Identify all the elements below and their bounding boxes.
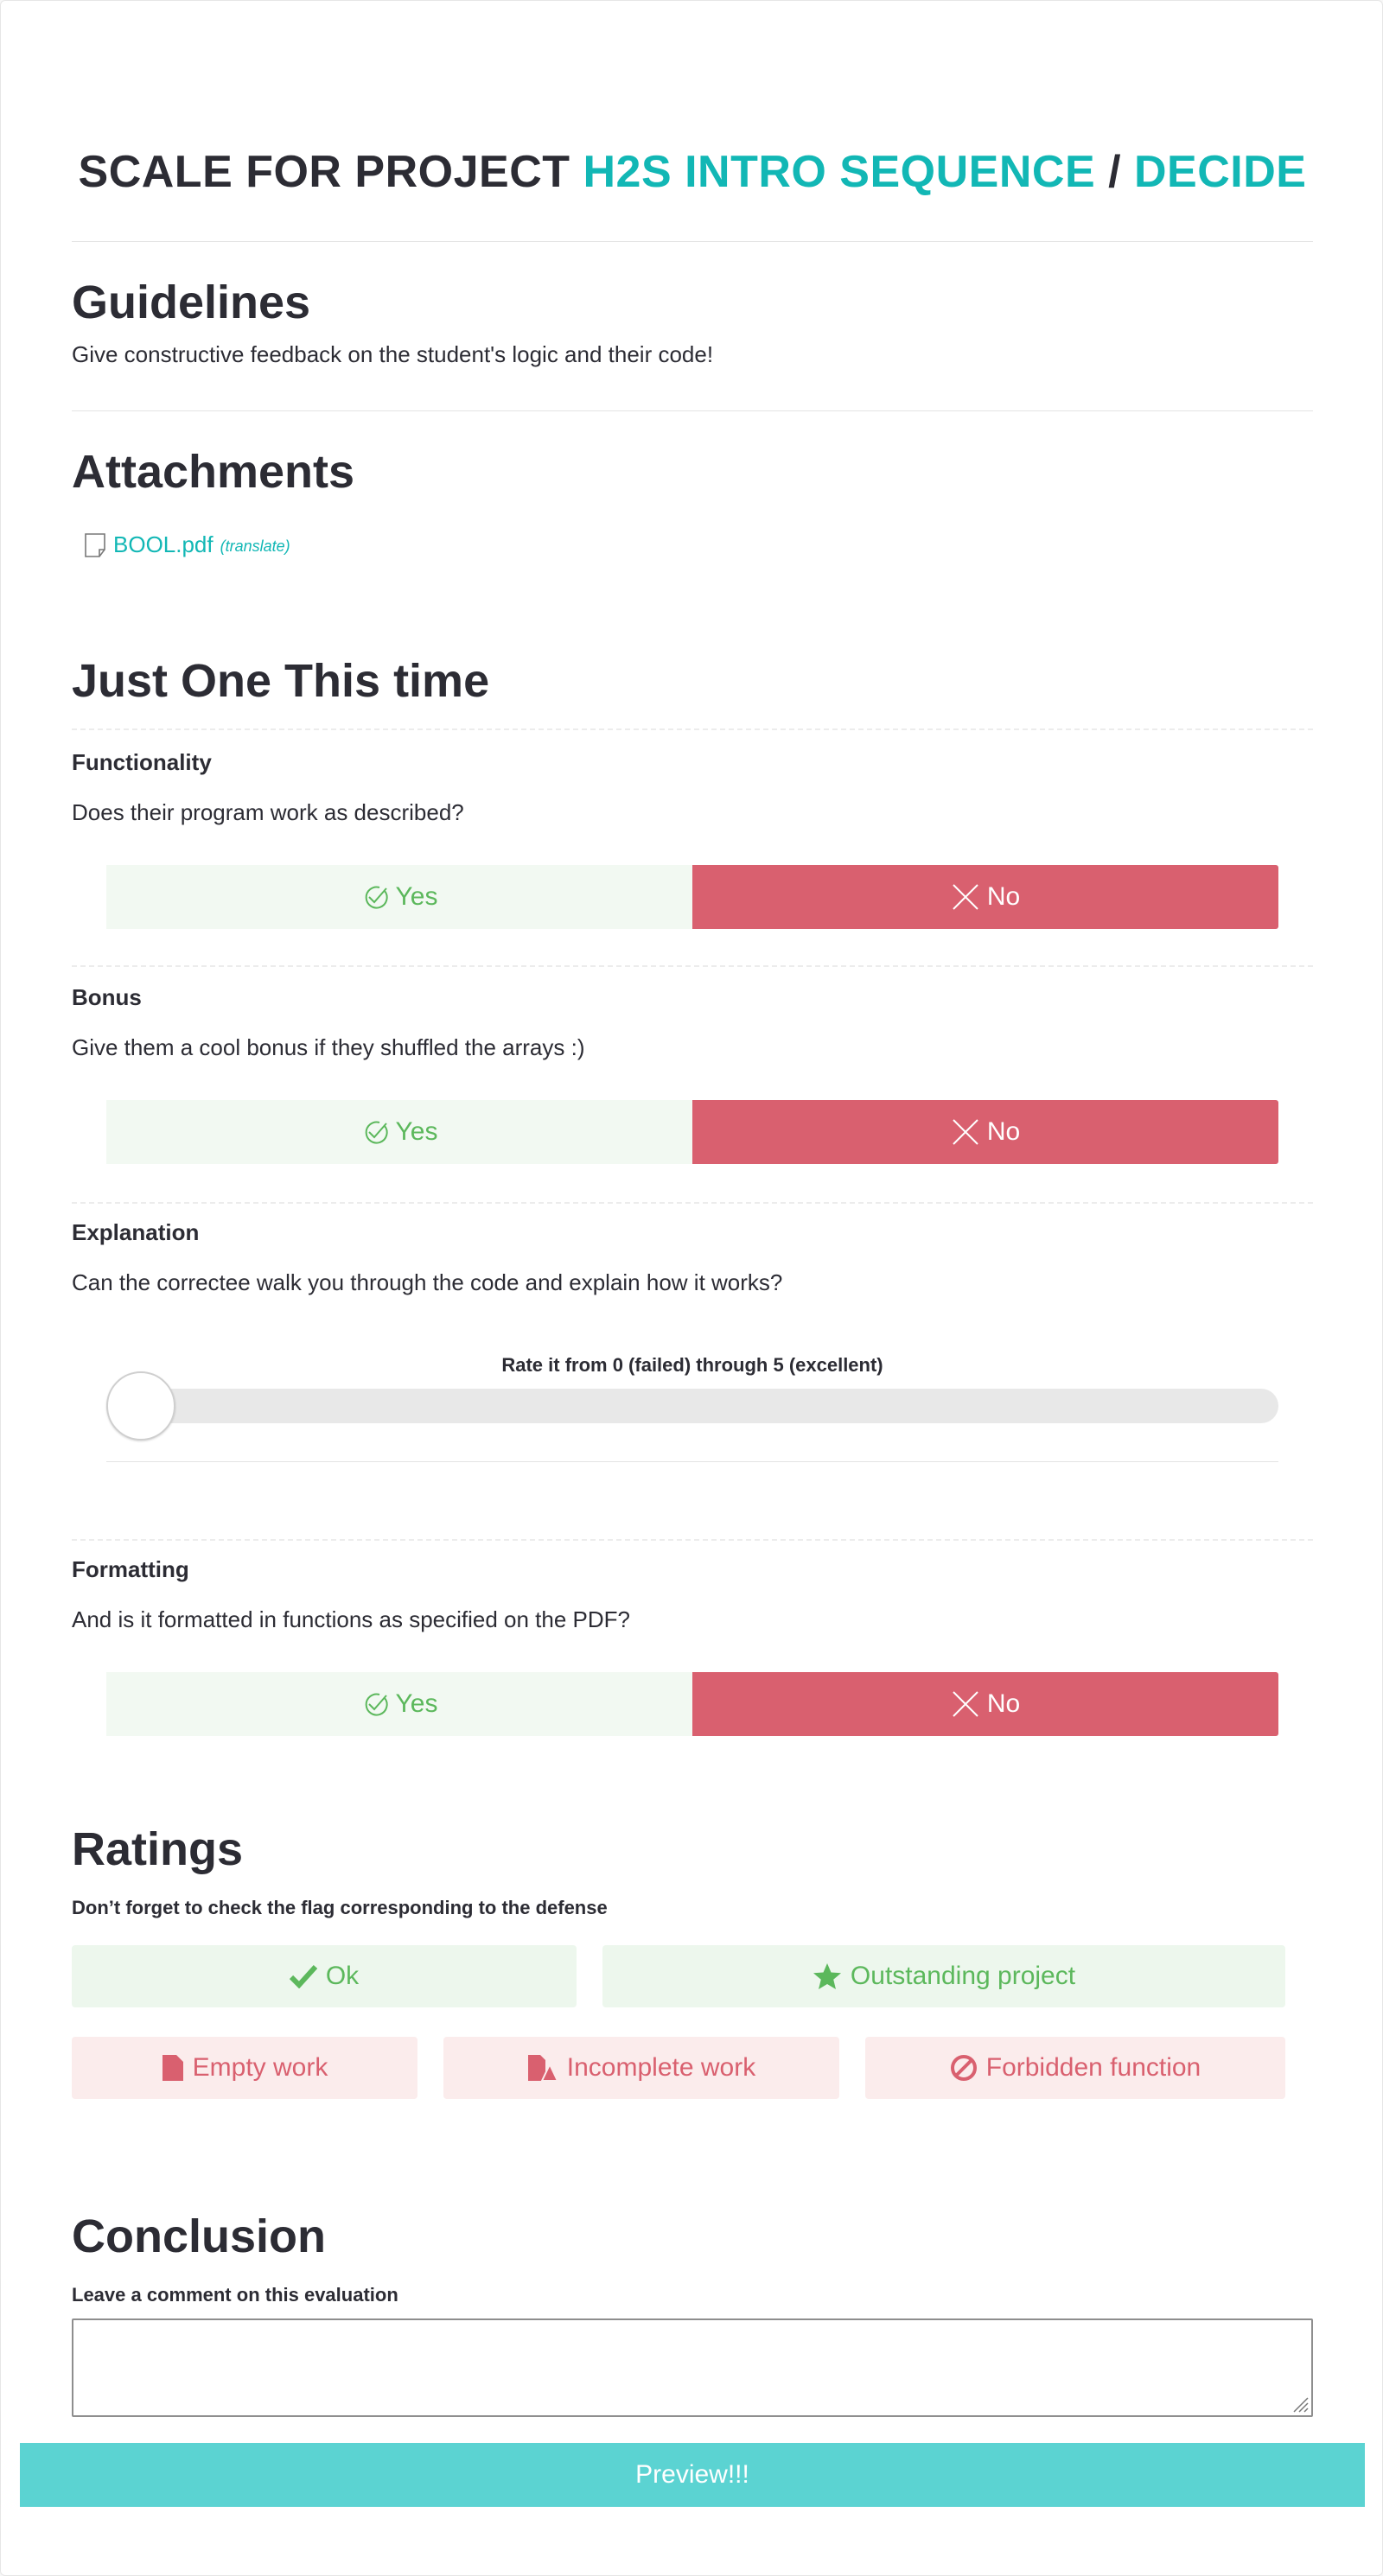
divider [72,965,1313,967]
evaluation-card: SCALE FOR PROJECT H2S INTRO SEQUENCE / D… [0,0,1383,2576]
file-warning-icon [527,2055,558,2082]
flag-incomplete-button[interactable]: Incomplete work [443,2037,839,2099]
star-icon [813,1963,841,1989]
flag-forbidden-button[interactable]: Forbidden function [865,2037,1285,2099]
no-button[interactable]: No [692,1100,1278,1164]
yes-no-group: Yes No [106,1672,1278,1736]
conclusion-hint: Leave a comment on this evaluation [72,2284,398,2306]
no-button[interactable]: No [692,1672,1278,1736]
divider [72,1539,1313,1541]
translate-link[interactable]: (translate) [220,537,290,556]
flag-outstanding-button[interactable]: Outstanding project [602,1945,1285,2007]
guidelines-text: Give constructive feedback on the studen… [72,341,714,367]
ratings-heading: Ratings [72,1823,244,1875]
yes-label: Yes [395,1689,438,1718]
ban-icon [950,2055,977,2081]
divider [72,1202,1313,1204]
no-button[interactable]: No [692,865,1278,929]
flag-empty-button[interactable]: Empty work [72,2037,417,2099]
conclusion-heading: Conclusion [72,2210,326,2262]
rating-slider-handle[interactable] [106,1371,175,1441]
close-icon [953,1119,978,1145]
divider [106,1461,1278,1462]
question-description: Give them a cool bonus if they shuffled … [72,1034,585,1060]
close-icon [953,1691,978,1717]
title-subproject[interactable]: DECIDE [1134,147,1306,197]
attachment-item: BOOL.pdf (translate) [84,531,290,558]
check-circle-icon [365,886,388,909]
question-description: Can the correctee walk you through the c… [72,1269,783,1295]
attachments-heading: Attachments [72,446,355,498]
file-icon [162,2055,183,2081]
flag-incomplete-label: Incomplete work [566,2053,756,2082]
flag-forbidden-label: Forbidden function [985,2053,1201,2082]
yes-button[interactable]: Yes [106,865,692,929]
question-title: Formatting [72,1556,189,1582]
title-separator: / [1108,147,1122,197]
section-heading: Just One This time [72,655,490,707]
check-circle-icon [365,1693,388,1716]
guidelines-heading: Guidelines [72,277,311,328]
rating-slider-track[interactable] [106,1389,1278,1423]
check-circle-icon [365,1121,388,1144]
no-label: No [986,1689,1021,1718]
ratings-hint: Don’t forget to check the flag correspon… [72,1897,608,1918]
yes-button[interactable]: Yes [106,1100,692,1164]
flag-ok-label: Ok [325,1962,360,1990]
no-label: No [986,882,1021,911]
question-title: Explanation [72,1219,200,1245]
close-icon [953,884,978,910]
flag-empty-label: Empty work [192,2053,328,2082]
document-icon [84,532,108,558]
page-title: SCALE FOR PROJECT H2S INTRO SEQUENCE / D… [1,146,1383,198]
divider [72,728,1313,730]
yes-no-group: Yes No [106,1100,1278,1164]
question-description: Does their program work as described? [72,799,464,825]
divider [72,410,1313,411]
question-description: And is it formatted in functions as spec… [72,1606,631,1632]
flag-ok-button[interactable]: Ok [72,1945,577,2007]
title-project[interactable]: H2S INTRO SEQUENCE [583,147,1095,197]
yes-no-group: Yes No [106,865,1278,929]
question-title: Bonus [72,984,142,1010]
yes-button[interactable]: Yes [106,1672,692,1736]
yes-label: Yes [395,882,438,911]
comment-textarea[interactable] [72,2318,1313,2417]
flag-outstanding-label: Outstanding project [850,1962,1076,1990]
preview-button[interactable]: Preview!!! [20,2443,1365,2507]
yes-label: Yes [395,1117,438,1146]
question-title: Functionality [72,749,212,775]
no-label: No [986,1117,1021,1146]
attachment-link[interactable]: BOOL.pdf [113,531,214,558]
divider [72,241,1313,242]
title-prefix: SCALE FOR PROJECT [78,147,570,197]
checkmark-icon [289,1964,317,1988]
rating-label: Rate it from 0 (failed) through 5 (excel… [501,1354,883,1376]
resize-grip-icon[interactable] [1289,2393,1310,2414]
